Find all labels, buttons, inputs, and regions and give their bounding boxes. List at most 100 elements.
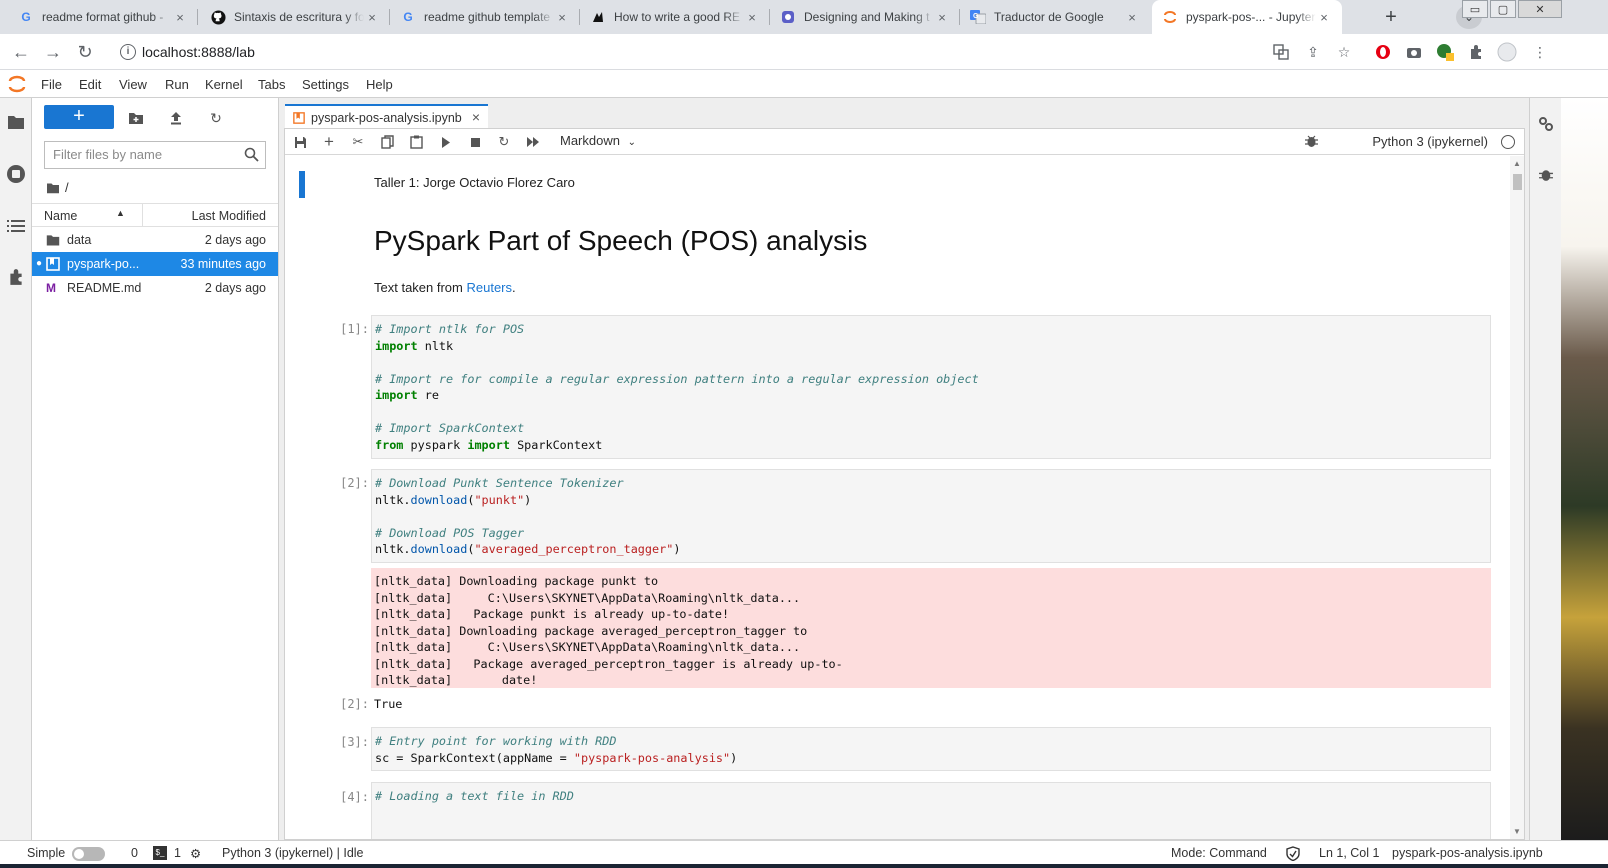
camera-extension-icon[interactable] bbox=[1404, 42, 1424, 62]
menu-settings[interactable]: Settings bbox=[302, 77, 349, 92]
kernel-count[interactable]: 0 bbox=[131, 846, 138, 860]
code-cell-editor[interactable]: # Download Punkt Sentence Tokenizer nltk… bbox=[371, 469, 1491, 563]
file-row[interactable]: data 2 days ago bbox=[32, 228, 278, 252]
breadcrumb-root[interactable]: / bbox=[65, 180, 69, 195]
new-tab-button[interactable]: + bbox=[1379, 5, 1403, 29]
folder-icon[interactable] bbox=[4, 110, 28, 134]
extension-manager-icon[interactable] bbox=[4, 265, 28, 289]
svg-text:G: G bbox=[973, 13, 979, 20]
bookmark-star-icon[interactable]: ☆ bbox=[1334, 42, 1354, 62]
reload-icon[interactable]: ↻ bbox=[73, 40, 97, 64]
kernel-settings-icon[interactable]: ⚙ bbox=[190, 846, 201, 861]
tab-close-icon[interactable]: × bbox=[364, 10, 380, 25]
address-bar[interactable]: i localhost:8888/lab bbox=[108, 38, 1588, 66]
property-inspector-icon[interactable] bbox=[1534, 112, 1558, 136]
tab-close-icon[interactable]: × bbox=[744, 10, 760, 25]
profile-avatar[interactable] bbox=[1497, 42, 1517, 62]
chevron-down-icon: ⌄ bbox=[627, 137, 636, 148]
menu-view[interactable]: View bbox=[119, 77, 147, 92]
paste-icon[interactable] bbox=[407, 133, 425, 151]
code-cell-editor[interactable]: # Entry point for working with RDD sc = … bbox=[371, 727, 1491, 771]
close-tab-icon[interactable]: × bbox=[472, 109, 480, 125]
upload-icon[interactable] bbox=[166, 108, 186, 128]
menu-edit[interactable]: Edit bbox=[79, 77, 101, 92]
menu-run[interactable]: Run bbox=[165, 77, 189, 92]
file-filter[interactable] bbox=[44, 141, 266, 169]
run-cell-icon[interactable] bbox=[437, 133, 455, 151]
opera-extension-icon[interactable] bbox=[1373, 42, 1393, 62]
filter-input[interactable] bbox=[53, 147, 233, 162]
refresh-icon[interactable]: ↻ bbox=[206, 108, 226, 128]
url-text[interactable]: localhost:8888/lab bbox=[142, 44, 255, 60]
restart-kernel-icon[interactable]: ↻ bbox=[495, 133, 513, 151]
green-extension-icon[interactable] bbox=[1435, 42, 1455, 62]
debugger-bug-icon[interactable] bbox=[1534, 162, 1558, 186]
add-cell-icon[interactable]: + bbox=[320, 132, 338, 151]
maximize-button[interactable]: ▢ bbox=[1490, 0, 1516, 18]
menu-tabs[interactable]: Tabs bbox=[258, 77, 285, 92]
extensions-puzzle-icon[interactable] bbox=[1466, 42, 1486, 62]
scrollbar-thumb[interactable] bbox=[1513, 174, 1522, 190]
browser-tab-active[interactable]: pyspark-pos-... - Jupyter × bbox=[1152, 0, 1342, 34]
kernel-name[interactable]: Python 3 (ipykernel) bbox=[1372, 134, 1488, 149]
scroll-down-icon[interactable]: ▼ bbox=[1513, 827, 1521, 836]
share-icon[interactable]: ⇪ bbox=[1303, 42, 1323, 62]
browser-menu-icon[interactable]: ⋮ bbox=[1530, 42, 1550, 62]
jupyter-menubar: File Edit View Run Kernel Tabs Settings … bbox=[0, 70, 1608, 98]
scroll-up-icon[interactable]: ▲ bbox=[1513, 159, 1521, 168]
save-icon[interactable] bbox=[291, 133, 309, 151]
simple-mode-toggle[interactable] bbox=[72, 847, 105, 861]
browser-tab[interactable]: G Traductor de Google × bbox=[960, 0, 1150, 34]
translate-page-icon[interactable] bbox=[1271, 42, 1291, 62]
notebook-content[interactable]: Taller 1: Jorge Octavio Florez Caro PySp… bbox=[285, 156, 1524, 839]
debugger-bug-icon[interactable] bbox=[1305, 134, 1318, 151]
terminal-count[interactable]: 1 bbox=[174, 846, 181, 860]
forward-arrow-icon[interactable]: → bbox=[41, 40, 65, 64]
browser-tab[interactable]: How to write a good RE × bbox=[580, 0, 770, 34]
code-cell-editor[interactable]: # Import ntlk for POS import nltk # Impo… bbox=[371, 315, 1491, 459]
back-arrow-icon[interactable]: ← bbox=[9, 40, 33, 64]
tab-close-icon[interactable]: × bbox=[1124, 10, 1140, 25]
markdown-author-line: Taller 1: Jorge Octavio Florez Caro bbox=[374, 175, 575, 190]
cell-output-text: True bbox=[374, 697, 403, 711]
browser-tab[interactable]: G readme format github - × bbox=[8, 0, 198, 34]
cut-icon[interactable]: ✂ bbox=[349, 133, 367, 151]
running-indicator-icon: ● bbox=[36, 258, 43, 269]
notebook-scrollbar[interactable]: ▲ ▼ bbox=[1510, 156, 1524, 839]
close-window-button[interactable]: ✕ bbox=[1518, 0, 1562, 18]
browser-tab[interactable]: G readme github template × bbox=[390, 0, 580, 34]
tab-close-icon[interactable]: × bbox=[1316, 10, 1332, 25]
reuters-link[interactable]: Reuters bbox=[466, 280, 512, 295]
kernel-status[interactable]: Python 3 (ipykernel) | Idle bbox=[222, 846, 364, 860]
notebook-icon bbox=[293, 112, 305, 124]
restart-run-all-icon[interactable] bbox=[524, 133, 542, 151]
column-name[interactable]: Name bbox=[44, 209, 77, 223]
menu-kernel[interactable]: Kernel bbox=[205, 77, 243, 92]
running-kernels-icon[interactable] bbox=[4, 162, 28, 186]
tab-close-icon[interactable]: × bbox=[554, 10, 570, 25]
tab-close-icon[interactable]: × bbox=[172, 10, 188, 25]
status-bar: Simple 0 $_ 1 ⚙ Python 3 (ipykernel) | I… bbox=[0, 840, 1608, 864]
menu-help[interactable]: Help bbox=[366, 77, 393, 92]
breadcrumb[interactable]: / bbox=[46, 180, 69, 195]
column-last-modified[interactable]: Last Modified bbox=[192, 209, 266, 223]
code-cell-editor[interactable]: # Loading a text file in RDD bbox=[371, 782, 1491, 839]
file-row[interactable]: M README.md 2 days ago bbox=[32, 276, 278, 300]
file-row-selected[interactable]: ● pyspark-po... 33 minutes ago bbox=[32, 252, 278, 276]
cell-type-dropdown[interactable]: Markdown ⌄ bbox=[560, 133, 636, 148]
cursor-position[interactable]: Ln 1, Col 1 bbox=[1319, 846, 1379, 860]
copy-icon[interactable] bbox=[378, 133, 396, 151]
cell-input-prompt: [3]: bbox=[340, 735, 369, 749]
notebook-tab[interactable]: pyspark-pos-analysis.ipynb × bbox=[285, 104, 488, 130]
minimize-button[interactable]: ▭ bbox=[1462, 0, 1488, 18]
site-info-icon[interactable]: i bbox=[120, 44, 136, 60]
table-of-contents-icon[interactable] bbox=[4, 214, 28, 238]
browser-tab[interactable]: Sintaxis de escritura y fo × bbox=[200, 0, 390, 34]
new-folder-icon[interactable] bbox=[126, 108, 146, 128]
menu-file[interactable]: File bbox=[41, 77, 62, 92]
tab-close-icon[interactable]: × bbox=[934, 10, 950, 25]
interrupt-kernel-icon[interactable] bbox=[466, 133, 484, 151]
search-icon bbox=[244, 147, 259, 165]
new-launcher-button[interactable]: + bbox=[44, 105, 114, 129]
browser-tab[interactable]: Designing and Making t × bbox=[770, 0, 960, 34]
